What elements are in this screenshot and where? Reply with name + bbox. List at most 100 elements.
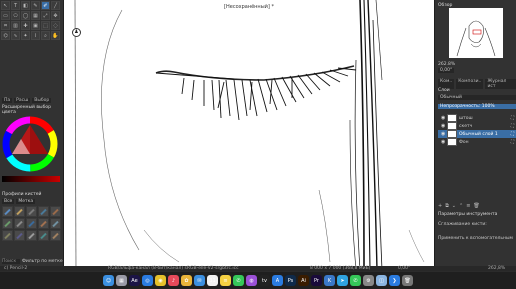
mail-icon[interactable]: ✉ xyxy=(194,275,205,286)
add-layer-icon[interactable]: + xyxy=(438,203,442,209)
brush-preset-item[interactable] xyxy=(2,218,13,229)
overview-zoom[interactable]: 262.8% xyxy=(438,62,455,67)
chrome-icon[interactable]: ◉ xyxy=(155,275,166,286)
visibility-icon[interactable]: ◉ xyxy=(441,140,445,145)
status-zoom[interactable]: 262,8% xyxy=(488,266,505,271)
preview-icon[interactable]: ◫ xyxy=(376,275,387,286)
brush-preset-item[interactable] xyxy=(14,230,25,241)
text-tool-icon[interactable]: T xyxy=(11,1,20,10)
trash-icon[interactable]: 🗑 xyxy=(402,275,413,286)
fill-bucket-tool-icon[interactable]: ▣ xyxy=(31,21,40,30)
brush-search-input[interactable]: Поиск xyxy=(2,259,20,264)
premiere-icon[interactable]: Pr xyxy=(311,275,322,286)
brush-preset-item[interactable] xyxy=(50,206,61,217)
fill-tool-icon[interactable]: ◧ xyxy=(21,1,30,10)
transform-tool-icon[interactable]: ⤢ xyxy=(41,11,50,20)
delete-layer-icon[interactable]: 🗑 xyxy=(473,203,479,209)
brush-preset-item[interactable] xyxy=(2,230,13,241)
picker-tool-icon[interactable]: ✚ xyxy=(21,21,30,30)
select-rect-tool-icon[interactable]: ⬚ xyxy=(41,21,50,30)
visibility-icon[interactable]: ◉ xyxy=(441,124,445,129)
launchpad-icon[interactable]: ▦ xyxy=(116,275,127,286)
whatsapp-icon[interactable]: ✆ xyxy=(350,275,361,286)
brush-preset-item[interactable] xyxy=(50,230,61,241)
blend-mode-select[interactable]: Обычный xyxy=(438,95,516,100)
line-tool-icon[interactable]: ╱ xyxy=(51,1,60,10)
telegram-icon[interactable]: ➤ xyxy=(337,275,348,286)
brush-tool-icon[interactable]: ✐ xyxy=(41,1,50,10)
properties-icon[interactable]: ≡ xyxy=(466,203,470,209)
vscode-icon[interactable]: ❯ xyxy=(389,275,400,286)
layer-row[interactable]: ◉ Обычный слой 1 ⛶ xyxy=(438,130,516,138)
brush-preset-item[interactable] xyxy=(26,206,37,217)
move-down-icon[interactable]: ⌄ xyxy=(452,203,456,209)
music-icon[interactable]: ♪ xyxy=(168,275,179,286)
tab-advanced-color[interactable]: Расш xyxy=(14,98,31,103)
finder-icon[interactable]: ☺ xyxy=(103,275,114,286)
notes-icon[interactable]: ≡ xyxy=(220,275,231,286)
select-free-tool-icon[interactable]: ∿ xyxy=(11,31,20,40)
color-selector[interactable] xyxy=(0,111,62,176)
layer-lock-icon[interactable]: ⛶ xyxy=(511,139,514,145)
photoshop-icon[interactable]: Ps xyxy=(285,275,296,286)
tab-history[interactable]: Журнал ист xyxy=(485,79,516,89)
layer-row[interactable]: ◉ скетч ⛶ xyxy=(438,122,516,130)
visibility-icon[interactable]: ◉ xyxy=(441,132,445,137)
cursor-tool-icon[interactable]: ↖ xyxy=(1,1,10,10)
overview-rotation[interactable]: 0,00° xyxy=(438,68,455,73)
visibility-icon[interactable]: ◉ xyxy=(441,116,445,121)
status-brush[interactable]: c) Pencil-2 xyxy=(4,266,27,271)
tv-icon[interactable]: tv xyxy=(259,275,270,286)
illustrator-icon[interactable]: Ai xyxy=(298,275,309,286)
brush-preset-item[interactable] xyxy=(26,230,37,241)
canvas[interactable]: ♟ xyxy=(64,0,434,270)
brush-preset-item[interactable] xyxy=(38,206,49,217)
tab-compositions[interactable]: Компози.. xyxy=(456,79,484,89)
opacity-slider[interactable]: Непрозрачность: 100% xyxy=(438,104,516,109)
brush-preset-item[interactable] xyxy=(14,206,25,217)
rect-tool-icon[interactable]: ▭ xyxy=(1,11,10,20)
magic-wand-tool-icon[interactable]: ✦ xyxy=(21,31,30,40)
calendar-icon[interactable]: 31 xyxy=(207,275,218,286)
brush-preset-item[interactable] xyxy=(50,218,61,229)
tab-color-select[interactable]: Выбор xyxy=(32,98,52,103)
grid-tool-icon[interactable]: ▦ xyxy=(31,11,40,20)
safari-icon[interactable]: ◎ xyxy=(142,275,153,286)
brush-preset-item[interactable] xyxy=(38,230,49,241)
krita-icon[interactable]: K xyxy=(324,275,335,286)
layer-lock-icon[interactable]: ⛶ xyxy=(511,123,514,129)
ae-icon[interactable]: Ae xyxy=(129,275,140,286)
move-tool-icon[interactable]: ✥ xyxy=(51,11,60,20)
messages-icon[interactable]: ✆ xyxy=(233,275,244,286)
settings-icon[interactable]: ⚙ xyxy=(363,275,374,286)
apply-assistants-checkbox[interactable]: Применить к вспомогательным xyxy=(438,236,513,241)
pan-tool-icon[interactable]: ✋ xyxy=(51,31,60,40)
brush-filter-all[interactable]: Все xyxy=(2,199,15,204)
layer-lock-icon[interactable]: ⛶ xyxy=(511,131,514,137)
move-up-icon[interactable]: ⌃ xyxy=(459,203,463,209)
poly-tool-icon[interactable]: ⬠ xyxy=(11,11,20,20)
brush-preset-item[interactable] xyxy=(2,206,13,217)
select-ellipse-tool-icon[interactable]: ◌ xyxy=(51,21,60,30)
layer-row[interactable]: ◉ Фон ⛶ xyxy=(438,138,516,146)
brush-preset-item[interactable] xyxy=(38,218,49,229)
brush-preset-item[interactable] xyxy=(14,218,25,229)
podcasts-icon[interactable]: ◍ xyxy=(246,275,257,286)
photos-icon[interactable]: ✿ xyxy=(181,275,192,286)
color-strip[interactable] xyxy=(2,176,60,182)
zoom-tool-icon[interactable]: ⌕ xyxy=(41,31,50,40)
layer-lock-icon[interactable]: ⛶ xyxy=(511,115,514,121)
gradient-tool-icon[interactable]: ▥ xyxy=(11,21,20,30)
filter-by-tag-checkbox[interactable]: Фильтр по метке xyxy=(22,259,63,264)
brush-preset-item[interactable] xyxy=(26,218,37,229)
edit-tool-icon[interactable]: ✎ xyxy=(31,1,40,10)
ellipse-tool-icon[interactable]: ◯ xyxy=(21,11,30,20)
appstore-icon[interactable]: A xyxy=(272,275,283,286)
copy-layer-icon[interactable]: ⧉ xyxy=(445,203,449,209)
select-poly-tool-icon[interactable]: ⌬ xyxy=(1,31,10,40)
layer-row[interactable]: ◉ штош ⛶ xyxy=(438,114,516,122)
overview-thumbnail[interactable] xyxy=(449,8,503,58)
bezier-tool-icon[interactable]: ⌇ xyxy=(31,31,40,40)
brush-tag-select[interactable]: Метка xyxy=(16,199,36,204)
tab-palette[interactable]: Па xyxy=(2,98,13,103)
